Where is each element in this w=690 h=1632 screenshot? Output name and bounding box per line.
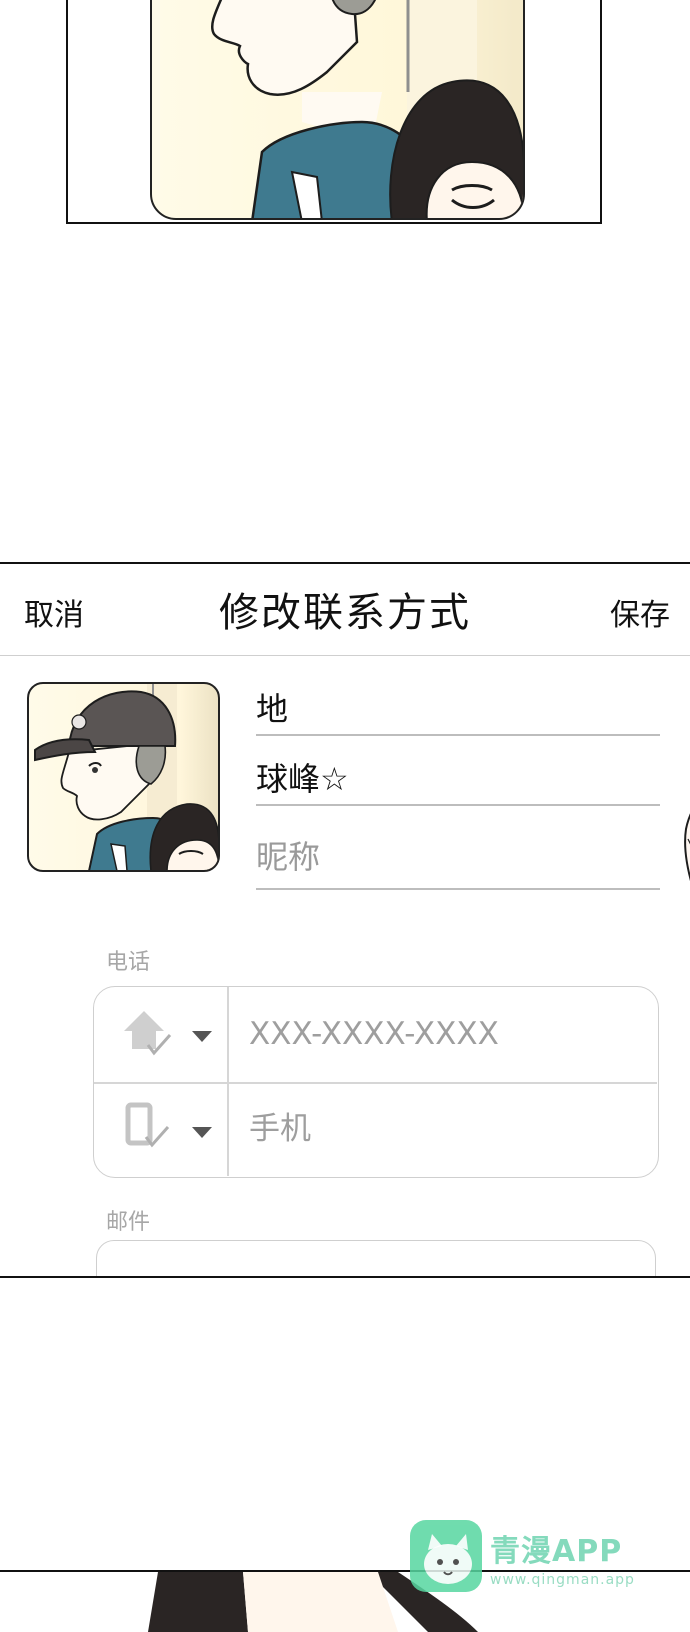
save-button[interactable]: 保存 (610, 590, 670, 634)
phone-row-divider (94, 1082, 657, 1084)
first-name-field[interactable]: 球峰☆ (256, 754, 349, 800)
last-name-underline (256, 734, 660, 736)
phone-screen-panel: 取消 修改联系方式 保存 地 球峰☆ 昵称 电话 XXX-XXXX-XXXX 手… (0, 562, 690, 1278)
nickname-field[interactable]: 昵称 (256, 832, 320, 878)
comic-art-profile (150, 0, 525, 220)
watermark-title: 青漫APP (490, 1534, 623, 1569)
last-name-field[interactable]: 地 (256, 684, 288, 730)
home-phone-icon[interactable] (120, 1005, 176, 1061)
avatar-illustration (34, 684, 218, 870)
page-title: 修改联系方式 (219, 590, 471, 636)
comic-illustration (211, 0, 523, 218)
mobile-phone-icon[interactable] (120, 1099, 176, 1155)
chevron-down-icon[interactable] (192, 1031, 212, 1042)
cat-logo-icon (410, 1520, 482, 1592)
navigation-bar: 取消 修改联系方式 保存 (0, 564, 690, 656)
phone-number-group (93, 986, 659, 1178)
mobile-number-input[interactable] (249, 1099, 639, 1159)
watermark-url: www.qingman.app (490, 1572, 635, 1588)
contact-avatar[interactable] (27, 682, 220, 872)
phone-number-input[interactable] (249, 1004, 639, 1064)
mail-section-label: 邮件 (106, 1210, 151, 1235)
phone-section-label: 电话 (106, 950, 151, 975)
chevron-down-icon[interactable] (192, 1127, 212, 1138)
email-field-group[interactable] (96, 1240, 656, 1276)
finger-illustration (684, 813, 690, 882)
